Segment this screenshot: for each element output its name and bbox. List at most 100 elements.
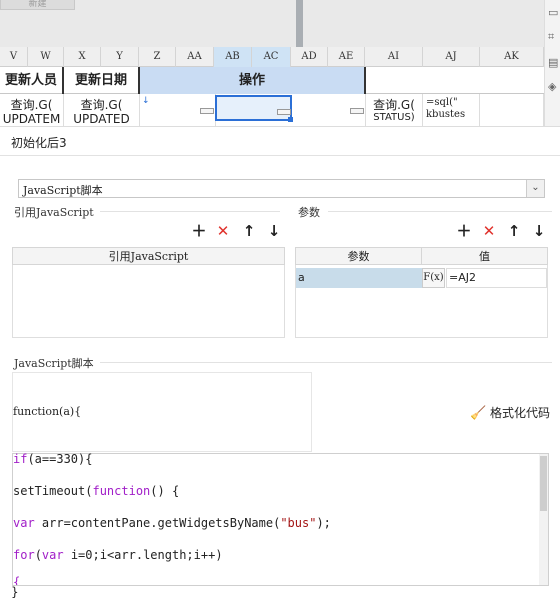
closing-brace: } [11,585,19,599]
editor-scrollbar[interactable] [539,454,548,585]
add-icon[interactable]: ＋ [191,223,207,239]
col-header-selected[interactable]: AC [252,47,291,67]
add-icon[interactable]: ＋ [456,223,472,239]
col-header[interactable]: AI [365,47,423,67]
cell-z2[interactable]: ↓ [140,94,216,126]
code-token: "bus" [280,516,317,530]
function-header-box: function(a){ [12,372,312,452]
code-token: ( [34,548,42,562]
delete-icon[interactable]: ✕ [215,223,231,239]
cell-ai2[interactable]: 查询.G( STATUS) [366,94,423,126]
code-token: function [92,484,151,498]
params-section-title: 参数 [298,206,320,219]
arrow-down-icon[interactable]: ↓ [531,223,547,239]
js-script-section-title: JavaScript脚本 [14,357,94,370]
cell-v2[interactable]: 查询.G( UPDATEM [0,94,64,126]
cell-updater-header[interactable]: 更新人员 [0,67,64,94]
code-token: i=0;i<arr.length;i++) [63,548,223,562]
col-header[interactable]: Z [139,47,176,67]
selected-cell-ab2[interactable] [215,95,293,122]
format-code-button[interactable]: 🧹 格式化代码 [470,404,550,421]
code-token: () { [150,484,180,498]
cell-ak2[interactable] [480,94,544,126]
code-line-1: if(a==330){ [13,452,92,466]
code-token: var [13,516,35,530]
col-header[interactable]: W [28,47,64,67]
divider [0,155,560,156]
code-token: setTimeout( [13,484,93,498]
cell-aj2[interactable]: =sql(" kbustes [423,94,480,126]
code-token: for [13,548,35,562]
panel-icon[interactable]: ▤ [548,56,558,69]
param-name-cell[interactable]: a [296,268,422,288]
arrow-down-icon: ↓ [142,96,150,106]
right-sidebar: ▭ ⌗ ▤ ◈ [544,0,560,140]
code-line-2: setTimeout(function() { [13,484,179,498]
sheet-header-row: 更新人员 更新日期 操作 [0,67,544,94]
code-token: arr=contentPane.getWidgetsByName( [34,516,281,530]
script-type-select[interactable]: JavaScript脚本 ⌄ [18,179,545,198]
frame-icon[interactable]: ⌗ [548,30,554,44]
param-value-input[interactable]: =AJ2 [446,268,547,288]
col-header[interactable]: V [0,47,28,67]
cube-icon[interactable]: ◈ [548,80,556,93]
code-line-4: for(var i=0;i<arr.length;i++) [13,548,223,562]
column-header-bar: V W X Y Z AA AB AC AD AE AI AJ AK [0,47,544,67]
arrow-up-icon[interactable]: ↑ [506,223,522,239]
col-header[interactable]: AK [480,47,544,67]
cell-update-date-header[interactable]: 更新日期 [64,67,140,94]
ref-js-section-title: 引用JavaScript [14,206,94,219]
ref-js-list[interactable]: 引用JavaScript [12,247,285,338]
format-code-label: 格式化代码 [490,406,551,420]
arrow-down-icon[interactable]: ↓ [266,223,282,239]
divider [328,211,552,212]
col-header[interactable]: AJ [423,47,480,67]
cell-text: UPDATEM [2,112,61,126]
arrow-up-icon[interactable]: ↑ [241,223,257,239]
top-toolbar-area [0,0,560,47]
cell-operation-header[interactable]: 操作 [140,67,366,94]
button-widget-icon [200,108,214,114]
col-header[interactable]: X [64,47,101,67]
code-line-5: { [13,575,21,585]
cell-text: 查询.G( [373,98,415,112]
button-widget-icon [277,109,291,115]
cell-text: 查询.G( [80,98,123,112]
cell-ad2[interactable] [292,94,366,126]
params-col-value: 值 [421,247,548,265]
col-header[interactable]: AA [176,47,214,67]
divider [100,362,552,363]
scrollbar-thumb[interactable] [540,456,547,511]
code-token: if [13,452,28,466]
new-button[interactable]: 新建 [0,0,75,10]
event-editor-panel: 初始化后3 JavaScript脚本 ⌄ 引用JavaScript ＋ ✕ ↑ … [0,126,560,611]
code-line-3: var arr=contentPane.getWidgetsByName("bu… [13,516,331,530]
params-col-name: 参数 [295,247,422,265]
splitter[interactable] [296,0,303,47]
cell-text: kbustes [426,109,466,120]
cell-text: 查询.G( [10,98,53,112]
params-table: 参数 值 a F(x) =AJ2 [295,247,548,338]
monitor-icon[interactable]: ▭ [548,6,558,19]
button-widget-icon [350,108,364,114]
code-token: ); [316,516,331,530]
panel-title: 初始化后3 [11,136,67,150]
cell-x2[interactable]: 查询.G( UPDATED [64,94,140,126]
function-signature: function(a){ [13,405,82,418]
script-type-value: JavaScript脚本 [23,184,103,197]
col-header-selected[interactable]: AB [214,47,252,67]
broom-icon: 🧹 [470,406,487,421]
formula-icon[interactable]: F(x) [422,268,445,288]
cell-text: UPDATED [73,112,130,126]
code-token: var [41,548,64,562]
col-header[interactable]: AD [291,47,328,67]
chevron-down-icon[interactable]: ⌄ [526,180,544,197]
sheet-data-row: 查询.G( UPDATEM 查询.G( UPDATED ↓ 查询.G( STAT… [0,94,544,126]
delete-icon[interactable]: ✕ [481,223,497,239]
divider [100,211,280,212]
cell-text: =sql(" [426,97,458,108]
code-token: (a==330){ [27,452,93,466]
col-header[interactable]: Y [101,47,139,67]
col-header[interactable]: AE [328,47,365,67]
cell-text: STATUS) [373,112,415,123]
